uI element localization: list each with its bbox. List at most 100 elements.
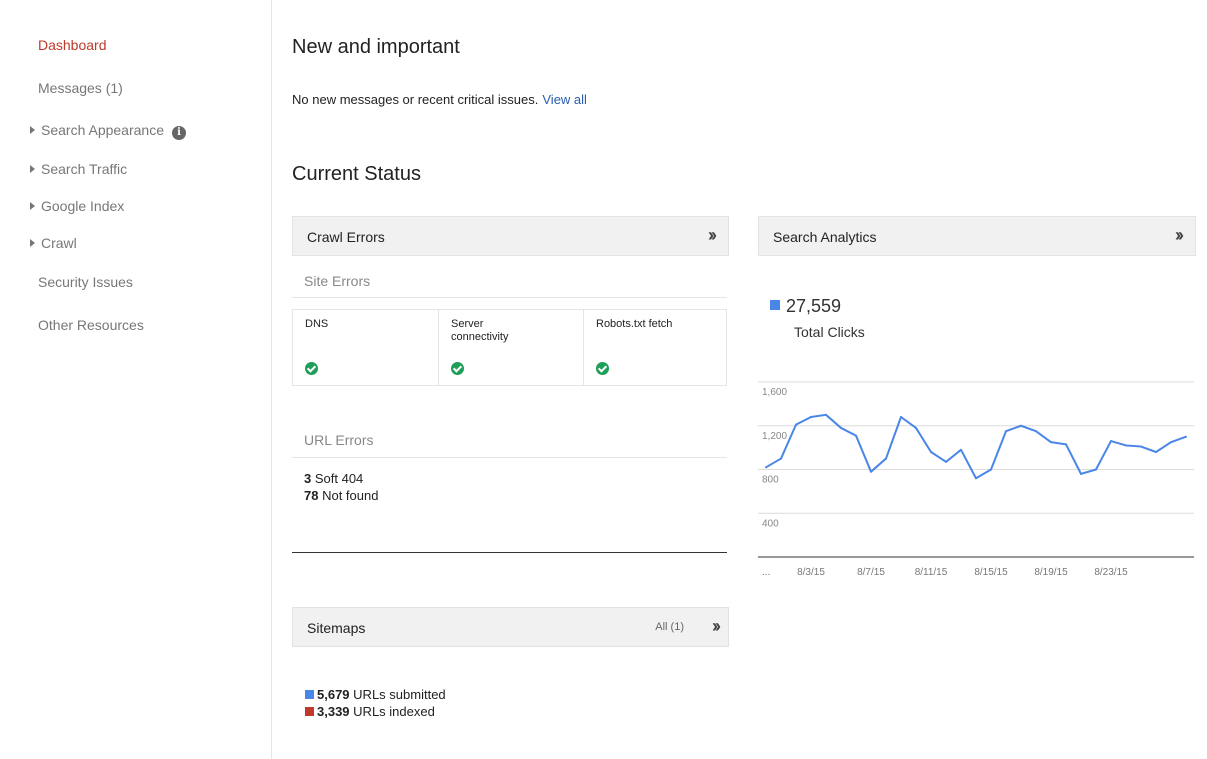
x-tick-label: ... bbox=[762, 567, 770, 578]
sidebar-item-crawl[interactable]: Crawl bbox=[30, 235, 77, 251]
check-circle-icon bbox=[305, 362, 318, 375]
sidebar-item-label: Dashboard bbox=[38, 37, 107, 53]
clicks-data-point bbox=[795, 423, 797, 426]
current-status-heading: Current Status bbox=[292, 163, 421, 185]
sidebar-item-label: Google Index bbox=[41, 198, 125, 214]
sidebar-item-security-issues[interactable]: Security Issues bbox=[38, 274, 133, 290]
sitemaps-header[interactable]: Sitemaps All (1) ›› bbox=[292, 607, 729, 647]
sitemaps-all-link[interactable]: All (1) bbox=[655, 621, 684, 633]
y-tick-label: 1,200 bbox=[762, 431, 787, 442]
clicks-data-point bbox=[1110, 440, 1112, 443]
y-tick-label: 800 bbox=[762, 475, 779, 486]
clicks-data-point bbox=[885, 457, 887, 460]
sidebar-item-search-traffic[interactable]: Search Traffic bbox=[30, 161, 127, 177]
clicks-data-point bbox=[1065, 443, 1067, 446]
double-chevron-right-icon[interactable]: ›› bbox=[712, 616, 721, 637]
clicks-data-point bbox=[810, 416, 812, 418]
view-all-link[interactable]: View all bbox=[542, 92, 587, 107]
sidebar-item-messages[interactable]: Messages (1) bbox=[38, 80, 123, 96]
sitemaps-legend: 5,679 URLs submitted 3,339 URLs indexed bbox=[305, 686, 446, 720]
x-tick-label: 8/23/15 bbox=[1094, 567, 1128, 578]
url-errors-label: URL Errors bbox=[304, 432, 374, 448]
messages-status-text: No new messages or recent critical issue… bbox=[292, 92, 539, 107]
site-error-label: Robots.txt fetch bbox=[596, 318, 673, 330]
crawl-errors-header[interactable]: Crawl Errors ›› bbox=[292, 216, 729, 256]
divider bbox=[292, 552, 727, 553]
clicks-data-point bbox=[1095, 468, 1097, 471]
check-circle-icon bbox=[596, 362, 609, 375]
sidebar-item-other-resources[interactable]: Other Resources bbox=[38, 317, 144, 333]
clicks-data-point bbox=[870, 470, 872, 473]
search-analytics-chart: 1,600 1,200 800 400... 8/3/15 8/7/15 8/11/15 8/… bbox=[758, 381, 1194, 578]
sidebar-item-label: Search Traffic bbox=[41, 161, 128, 177]
y-tick-label: 400 bbox=[762, 518, 779, 529]
sidebar-item-label: Security Issues bbox=[38, 274, 133, 290]
info-icon[interactable]: i bbox=[171, 126, 186, 140]
clicks-data-point bbox=[1140, 445, 1142, 448]
total-clicks-value: 27,559 bbox=[770, 296, 841, 317]
expand-triangle-icon bbox=[30, 239, 35, 247]
crawl-errors-title: Crawl Errors bbox=[307, 229, 385, 245]
check-circle-icon bbox=[451, 362, 464, 375]
legend-swatch-submitted bbox=[305, 690, 314, 699]
site-error-label: Server connectivity bbox=[451, 318, 509, 343]
expand-triangle-icon bbox=[30, 202, 35, 210]
clicks-data-point bbox=[1155, 451, 1157, 453]
clicks-data-point bbox=[780, 457, 782, 460]
clicks-data-point bbox=[930, 451, 932, 453]
clicks-data-point bbox=[1050, 441, 1052, 444]
clicks-data-point bbox=[945, 460, 947, 463]
sitemaps-title: Sitemaps bbox=[307, 620, 366, 636]
double-chevron-right-icon[interactable]: ›› bbox=[708, 225, 717, 246]
clicks-data-point bbox=[1125, 444, 1127, 447]
clicks-data-point bbox=[1035, 430, 1037, 433]
x-tick-label: 8/11/15 bbox=[915, 567, 948, 578]
sidebar-item-label: Other Resources bbox=[38, 317, 144, 333]
y-tick-label: 1,600 bbox=[762, 387, 787, 398]
site-errors-table: DNS Server connectivity Robots.txt fetch bbox=[292, 309, 727, 386]
url-errors-list: 3 Soft 404 78 Not found bbox=[304, 470, 378, 504]
clicks-data-point bbox=[900, 416, 902, 418]
sidebar-item-label: Search Appearance bbox=[41, 122, 164, 138]
messages-status: No new messages or recent critical issue… bbox=[292, 92, 587, 107]
clicks-data-point bbox=[765, 466, 767, 469]
x-tick-label: 8/3/15 bbox=[797, 567, 825, 578]
search-analytics-title: Search Analytics bbox=[773, 229, 877, 245]
sidebar-item-google-index[interactable]: Google Index bbox=[30, 198, 124, 214]
clicks-data-point bbox=[855, 434, 857, 437]
double-chevron-right-icon[interactable]: ›› bbox=[1175, 225, 1184, 246]
x-tick-label: 8/15/15 bbox=[974, 567, 1008, 578]
sidebar-item-dashboard[interactable]: Dashboard bbox=[38, 37, 107, 53]
sidebar-item-search-appearance[interactable]: Search Appearance i bbox=[30, 122, 186, 140]
clicks-data-point bbox=[1170, 441, 1172, 444]
url-error-not-found[interactable]: 78 Not found bbox=[304, 487, 378, 504]
legend-swatch-clicks bbox=[770, 300, 780, 310]
site-error-label: DNS bbox=[305, 318, 329, 330]
expand-triangle-icon bbox=[30, 165, 35, 173]
sidebar: Dashboard Messages (1) Search Appearance… bbox=[0, 0, 272, 759]
clicks-data-point bbox=[1020, 424, 1022, 427]
site-error-robots-fetch: Robots.txt fetch bbox=[583, 310, 726, 385]
x-tick-label: 8/7/15 bbox=[857, 567, 885, 578]
site-error-dns: DNS bbox=[293, 310, 438, 385]
clicks-data-point bbox=[1185, 435, 1187, 438]
clicks-data-point bbox=[975, 477, 977, 480]
legend-swatch-indexed bbox=[305, 707, 314, 716]
site-error-server-connectivity: Server connectivity bbox=[438, 310, 583, 385]
sidebar-item-label: Crawl bbox=[41, 235, 77, 251]
clicks-data-point bbox=[840, 426, 842, 429]
clicks-data-point bbox=[825, 413, 827, 416]
search-analytics-header[interactable]: Search Analytics ›› bbox=[758, 216, 1196, 256]
clicks-data-point bbox=[1005, 430, 1007, 433]
x-tick-label: 8/19/15 bbox=[1034, 567, 1068, 578]
sitemaps-indexed: 3,339 URLs indexed bbox=[305, 703, 446, 720]
sidebar-item-label: Messages (1) bbox=[38, 80, 123, 96]
divider bbox=[292, 297, 727, 298]
total-clicks-label: Total Clicks bbox=[794, 324, 865, 340]
clicks-data-point bbox=[990, 468, 992, 471]
clicks-series-line bbox=[765, 413, 1187, 480]
expand-triangle-icon bbox=[30, 126, 35, 134]
url-error-soft-404[interactable]: 3 Soft 404 bbox=[304, 470, 378, 487]
clicks-data-point bbox=[1080, 472, 1082, 475]
site-errors-label: Site Errors bbox=[304, 273, 371, 289]
